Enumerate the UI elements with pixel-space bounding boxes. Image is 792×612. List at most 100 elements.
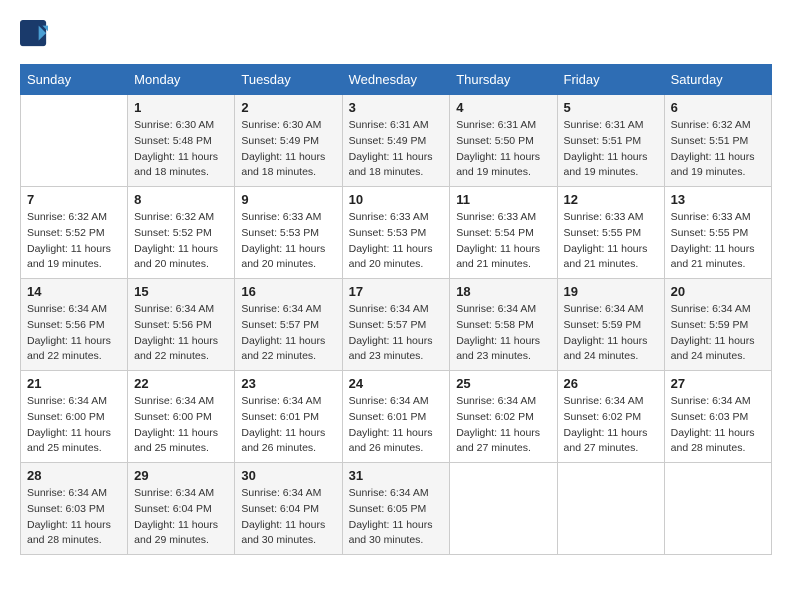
- calendar-cell: 19 Sunrise: 6:34 AMSunset: 5:59 PMDayligh…: [557, 279, 664, 371]
- weekday-header-saturday: Saturday: [664, 65, 771, 95]
- day-info: Sunrise: 6:34 AMSunset: 6:01 PMDaylight:…: [349, 394, 444, 457]
- day-info: Sunrise: 6:34 AMSunset: 6:03 PMDaylight:…: [27, 486, 121, 549]
- calendar-cell: 29 Sunrise: 6:34 AMSunset: 6:04 PMDayligh…: [128, 463, 235, 555]
- calendar-cell: 25Sunrise: 6:34 AMSunset: 6:02 PMDayligh…: [450, 371, 557, 463]
- logo: [20, 20, 52, 48]
- day-number: 10: [349, 192, 444, 207]
- calendar-cell: 28Sunrise: 6:34 AMSunset: 6:03 PMDayligh…: [21, 463, 128, 555]
- day-info: Sunrise: 6:33 AMSunset: 5:55 PMDaylight:…: [671, 210, 765, 273]
- weekday-header-wednesday: Wednesday: [342, 65, 450, 95]
- day-info: Sunrise: 6:34 AMSunset: 5:56 PMDaylight:…: [27, 302, 121, 365]
- day-number: 4: [456, 100, 550, 115]
- calendar-week-2: 7 Sunrise: 6:32 AMSunset: 5:52 PMDaylight…: [21, 187, 772, 279]
- calendar-cell: 24 Sunrise: 6:34 AMSunset: 6:01 PMDayligh…: [342, 371, 450, 463]
- day-info: Sunrise: 6:33 AMSunset: 5:53 PMDaylight:…: [349, 210, 444, 273]
- calendar-cell: 26 Sunrise: 6:34 AMSunset: 6:02 PMDayligh…: [557, 371, 664, 463]
- calendar-cell: 7 Sunrise: 6:32 AMSunset: 5:52 PMDaylight…: [21, 187, 128, 279]
- calendar-cell: 8Sunrise: 6:32 AMSunset: 5:52 PMDaylight…: [128, 187, 235, 279]
- day-number: 30: [241, 468, 335, 483]
- day-number: 25: [456, 376, 550, 391]
- day-info: Sunrise: 6:34 AMSunset: 6:04 PMDaylight:…: [134, 486, 228, 549]
- day-info: Sunrise: 6:33 AMSunset: 5:55 PMDaylight:…: [564, 210, 658, 273]
- day-number: 19: [564, 284, 658, 299]
- calendar-cell: 14 Sunrise: 6:34 AMSunset: 5:56 PMDayligh…: [21, 279, 128, 371]
- day-number: 11: [456, 192, 550, 207]
- calendar-cell: 11 Sunrise: 6:33 AMSunset: 5:54 PMDayligh…: [450, 187, 557, 279]
- day-number: 14: [27, 284, 121, 299]
- day-info: Sunrise: 6:34 AMSunset: 5:56 PMDaylight:…: [134, 302, 228, 365]
- day-number: 13: [671, 192, 765, 207]
- calendar-cell: 13 Sunrise: 6:33 AMSunset: 5:55 PMDayligh…: [664, 187, 771, 279]
- weekday-header-tuesday: Tuesday: [235, 65, 342, 95]
- day-number: 18: [456, 284, 550, 299]
- calendar-cell: 6Sunrise: 6:32 AMSunset: 5:51 PMDaylight…: [664, 95, 771, 187]
- calendar-week-3: 14 Sunrise: 6:34 AMSunset: 5:56 PMDayligh…: [21, 279, 772, 371]
- day-number: 9: [241, 192, 335, 207]
- day-info: Sunrise: 6:34 AMSunset: 5:58 PMDaylight:…: [456, 302, 550, 365]
- day-number: 24: [349, 376, 444, 391]
- calendar-week-5: 28Sunrise: 6:34 AMSunset: 6:03 PMDayligh…: [21, 463, 772, 555]
- day-info: Sunrise: 6:34 AMSunset: 6:00 PMDaylight:…: [27, 394, 121, 457]
- day-number: 27: [671, 376, 765, 391]
- day-info: Sunrise: 6:32 AMSunset: 5:52 PMDaylight:…: [27, 210, 121, 273]
- logo-icon: [20, 20, 48, 48]
- day-number: 8: [134, 192, 228, 207]
- calendar-cell: 17 Sunrise: 6:34 AMSunset: 5:57 PMDayligh…: [342, 279, 450, 371]
- calendar-cell: 22 Sunrise: 6:34 AMSunset: 6:00 PMDayligh…: [128, 371, 235, 463]
- day-number: 7: [27, 192, 121, 207]
- day-info: Sunrise: 6:34 AMSunset: 6:00 PMDaylight:…: [134, 394, 228, 457]
- day-number: 29: [134, 468, 228, 483]
- day-number: 2: [241, 100, 335, 115]
- calendar-cell: 12 Sunrise: 6:33 AMSunset: 5:55 PMDayligh…: [557, 187, 664, 279]
- weekday-header-friday: Friday: [557, 65, 664, 95]
- day-info: Sunrise: 6:34 AMSunset: 6:01 PMDaylight:…: [241, 394, 335, 457]
- page-header: [20, 20, 772, 48]
- weekday-header-monday: Monday: [128, 65, 235, 95]
- day-number: 16: [241, 284, 335, 299]
- day-number: 6: [671, 100, 765, 115]
- day-number: 23: [241, 376, 335, 391]
- day-info: Sunrise: 6:34 AMSunset: 6:05 PMDaylight:…: [349, 486, 444, 549]
- calendar-cell: 15 Sunrise: 6:34 AMSunset: 5:56 PMDayligh…: [128, 279, 235, 371]
- calendar-cell: 31 Sunrise: 6:34 AMSunset: 6:05 PMDayligh…: [342, 463, 450, 555]
- day-info: Sunrise: 6:31 AMSunset: 5:50 PMDaylight:…: [456, 118, 550, 181]
- calendar-cell: 30 Sunrise: 6:34 AMSunset: 6:04 PMDayligh…: [235, 463, 342, 555]
- day-info: Sunrise: 6:34 AMSunset: 6:02 PMDaylight:…: [564, 394, 658, 457]
- calendar-table: SundayMondayTuesdayWednesdayThursdayFrid…: [20, 64, 772, 555]
- weekday-header-sunday: Sunday: [21, 65, 128, 95]
- calendar-cell: 3Sunrise: 6:31 AMSunset: 5:49 PMDaylight…: [342, 95, 450, 187]
- day-number: 20: [671, 284, 765, 299]
- calendar-cell: 10 Sunrise: 6:33 AMSunset: 5:53 PMDayligh…: [342, 187, 450, 279]
- calendar-week-4: 21 Sunrise: 6:34 AMSunset: 6:00 PMDayligh…: [21, 371, 772, 463]
- calendar-cell: [21, 95, 128, 187]
- calendar-header-row: SundayMondayTuesdayWednesdayThursdayFrid…: [21, 65, 772, 95]
- day-number: 15: [134, 284, 228, 299]
- day-number: 31: [349, 468, 444, 483]
- day-number: 5: [564, 100, 658, 115]
- day-info: Sunrise: 6:30 AMSunset: 5:49 PMDaylight:…: [241, 118, 335, 181]
- calendar-cell: 1Sunrise: 6:30 AMSunset: 5:48 PMDaylight…: [128, 95, 235, 187]
- day-number: 12: [564, 192, 658, 207]
- calendar-cell: [664, 463, 771, 555]
- day-info: Sunrise: 6:30 AMSunset: 5:48 PMDaylight:…: [134, 118, 228, 181]
- day-number: 3: [349, 100, 444, 115]
- calendar-cell: 18 Sunrise: 6:34 AMSunset: 5:58 PMDayligh…: [450, 279, 557, 371]
- day-info: Sunrise: 6:33 AMSunset: 5:54 PMDaylight:…: [456, 210, 550, 273]
- day-number: 17: [349, 284, 444, 299]
- calendar-cell: [557, 463, 664, 555]
- calendar-cell: 2 Sunrise: 6:30 AMSunset: 5:49 PMDaylight…: [235, 95, 342, 187]
- calendar-cell: [450, 463, 557, 555]
- calendar-cell: 16Sunrise: 6:34 AMSunset: 5:57 PMDayligh…: [235, 279, 342, 371]
- weekday-header-thursday: Thursday: [450, 65, 557, 95]
- day-info: Sunrise: 6:34 AMSunset: 5:57 PMDaylight:…: [349, 302, 444, 365]
- calendar-cell: 4 Sunrise: 6:31 AMSunset: 5:50 PMDaylight…: [450, 95, 557, 187]
- day-info: Sunrise: 6:34 AMSunset: 5:59 PMDaylight:…: [671, 302, 765, 365]
- day-info: Sunrise: 6:34 AMSunset: 5:59 PMDaylight:…: [564, 302, 658, 365]
- day-info: Sunrise: 6:34 AMSunset: 6:04 PMDaylight:…: [241, 486, 335, 549]
- day-number: 26: [564, 376, 658, 391]
- day-number: 21: [27, 376, 121, 391]
- calendar-cell: 21 Sunrise: 6:34 AMSunset: 6:00 PMDayligh…: [21, 371, 128, 463]
- calendar-cell: 9Sunrise: 6:33 AMSunset: 5:53 PMDaylight…: [235, 187, 342, 279]
- calendar-cell: 20 Sunrise: 6:34 AMSunset: 5:59 PMDayligh…: [664, 279, 771, 371]
- day-number: 22: [134, 376, 228, 391]
